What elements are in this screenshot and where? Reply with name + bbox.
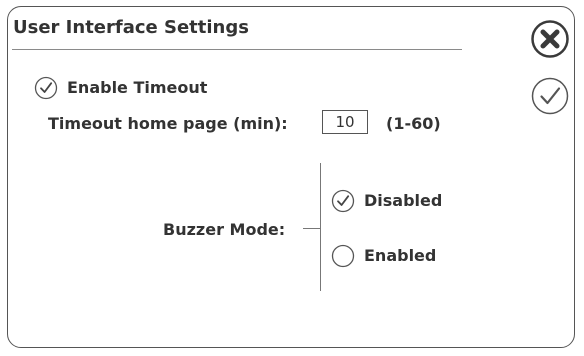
enable-timeout-label: Enable Timeout [67,78,208,97]
buzzer-disabled-label: Disabled [364,191,443,210]
buzzer-group-bracket [320,163,321,291]
checked-circle-icon [331,189,355,213]
checkmark-icon [531,77,569,115]
dialog-title: User Interface Settings [13,17,249,38]
timeout-home-page-label: Timeout home page (min): [48,114,288,133]
buzzer-enabled-label: Enabled [364,246,437,265]
buzzer-connector-line [303,228,320,229]
empty-circle-icon [331,244,355,268]
checked-circle-icon [34,76,58,100]
buzzer-enabled-radio[interactable] [331,244,355,268]
timeout-minutes-input[interactable] [322,110,368,134]
close-button[interactable] [530,19,570,59]
confirm-button[interactable] [530,76,570,116]
buzzer-mode-label: Buzzer Mode: [163,220,286,239]
title-divider [12,49,462,50]
timeout-range-hint: (1-60) [386,114,441,133]
buzzer-disabled-radio[interactable] [331,189,355,213]
enable-timeout-checkbox[interactable] [34,76,58,100]
settings-dialog [7,6,575,348]
close-icon [531,20,569,58]
